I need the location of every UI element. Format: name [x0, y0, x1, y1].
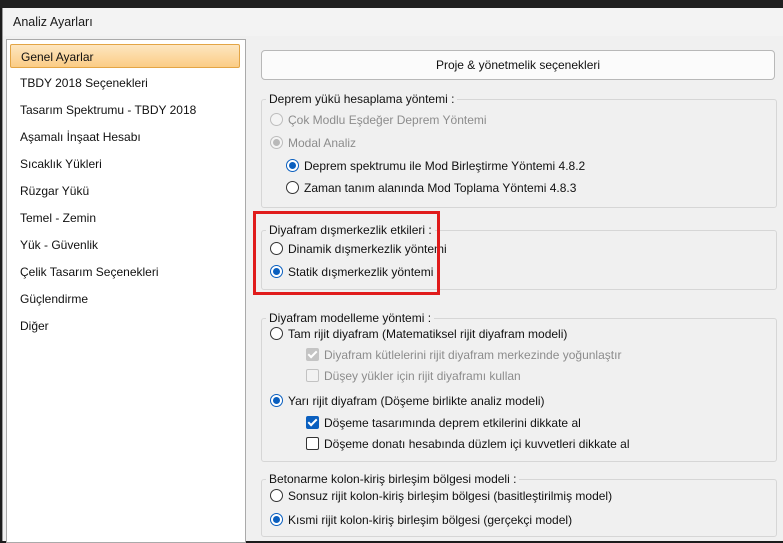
beam-column-joint-group — [261, 479, 777, 537]
radio-indicator — [270, 113, 283, 126]
radio-indicator — [286, 159, 299, 172]
rigid-diaphragm-radio[interactable]: Tam rijit diyafram (Matematiksel rijit d… — [270, 327, 567, 341]
title-bar[interactable]: Analiz Ayarları — [3, 8, 783, 36]
nav-item-general-settings[interactable]: Genel Ayarlar — [10, 44, 240, 68]
background-strip — [0, 0, 783, 8]
checkbox-indicator — [306, 416, 319, 429]
nav-item-temperature-loads[interactable]: Sıcaklık Yükleri — [10, 152, 240, 176]
settings-category-list[interactable]: Genel Ayarlar TBDY 2018 Seçenekleri Tasa… — [6, 39, 246, 543]
slab-earthquake-effects-checkbox[interactable]: Döşeme tasarımında deprem etkilerini dik… — [306, 416, 581, 430]
nav-item-load-safety[interactable]: Yük - Güvenlik — [10, 233, 240, 257]
radio-indicator — [270, 136, 283, 149]
lump-diaphragm-masses-checkbox[interactable]: Diyafram kütlelerini rijit diyafram merk… — [306, 348, 621, 362]
radio-indicator — [270, 394, 283, 407]
nav-item-other[interactable]: Diğer — [10, 314, 240, 338]
rigid-diaphragm-vertical-loads-checkbox[interactable]: Düşey yükler için rijit diyaframı kullan — [306, 369, 521, 383]
radio-indicator — [286, 181, 299, 194]
partially-rigid-joint-radio[interactable]: Kısmi rijit kolon-kiriş birleşim bölgesi… — [270, 513, 572, 527]
modal-analysis-radio[interactable]: Modal Analiz — [270, 136, 356, 150]
red-highlight-box — [253, 211, 440, 295]
radio-indicator — [270, 327, 283, 340]
checkbox-indicator — [306, 437, 319, 450]
equivalent-earthquake-radio[interactable]: Çok Modlu Eşdeğer Deprem Yöntemi — [270, 113, 487, 127]
diaphragm-modeling-label: Diyafram modelleme yöntemi : — [266, 311, 435, 325]
slab-in-plane-forces-checkbox[interactable]: Döşeme donatı hesabında düzlem içi kuvve… — [306, 437, 630, 451]
checkbox-indicator — [306, 369, 319, 382]
infinitely-rigid-joint-radio[interactable]: Sonsuz rijit kolon-kiriş birleşim bölges… — [270, 489, 612, 503]
nav-item-steel-design-options[interactable]: Çelik Tasarım Seçenekleri — [10, 260, 240, 284]
nav-item-tbdy-options[interactable]: TBDY 2018 Seçenekleri — [10, 71, 240, 95]
radio-indicator — [270, 489, 283, 502]
window-title: Analiz Ayarları — [13, 15, 93, 29]
nav-item-foundation-soil[interactable]: Temel - Zemin — [10, 206, 240, 230]
earthquake-load-method-label: Deprem yükü hesaplama yöntemi : — [266, 92, 458, 106]
time-history-mode-summation-radio[interactable]: Zaman tanım alanında Mod Toplama Yöntemi… — [286, 181, 576, 195]
nav-item-design-spectrum[interactable]: Tasarım Spektrumu - TBDY 2018 — [10, 98, 240, 122]
nav-item-staged-construction[interactable]: Aşamalı İnşaat Hesabı — [10, 125, 240, 149]
project-code-options-button[interactable]: Proje & yönetmelik seçenekleri — [261, 50, 775, 80]
radio-indicator — [270, 513, 283, 526]
spectrum-mode-superposition-radio[interactable]: Deprem spektrumu ile Mod Birleştirme Yön… — [286, 159, 585, 173]
checkbox-indicator — [306, 348, 319, 361]
nav-item-strengthening[interactable]: Güçlendirme — [10, 287, 240, 311]
nav-item-wind-load[interactable]: Rüzgar Yükü — [10, 179, 240, 203]
beam-column-joint-label: Betonarme kolon-kiriş birleşim bölgesi m… — [266, 472, 520, 486]
semi-rigid-diaphragm-radio[interactable]: Yarı rijit diyafram (Döşeme birlikte ana… — [270, 394, 545, 408]
